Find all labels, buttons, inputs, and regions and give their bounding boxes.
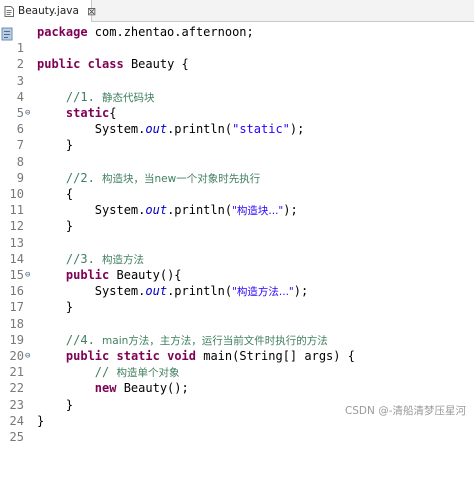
code-text: .println(: [167, 122, 233, 137]
code-line: 19: [0, 316, 474, 347]
comment-text: 构造单个对象: [116, 367, 180, 380]
code-line: 23 new Beauty();: [0, 380, 474, 411]
code-line: 22 // 构造单个对象: [0, 364, 474, 395]
code-editor[interactable]: 1 package com.zhentao.afternoon; 2 3 pub…: [0, 23, 474, 444]
code-line: 18 }: [0, 299, 474, 330]
code-line: 9: [0, 154, 474, 185]
code-text: Beauty();: [116, 381, 189, 396]
comment-prefix: //4.: [65, 332, 103, 347]
code-text: {: [65, 187, 74, 201]
code-text: Beauty(){: [109, 268, 182, 282]
close-icon[interactable]: ⊠: [87, 6, 96, 17]
code-text: {: [109, 106, 117, 120]
code-line: 6 ⊖ static{: [0, 105, 474, 136]
code-text: System.: [94, 284, 146, 299]
code-text: }: [65, 397, 74, 412]
comment-prefix: //1.: [65, 89, 103, 104]
field-reference: out: [145, 284, 168, 299]
comment-text: 构造块，当new一个对象时先执行: [102, 172, 261, 185]
java-file-icon: [4, 5, 14, 17]
code-text: System.: [94, 122, 146, 137]
keyword: static: [116, 349, 160, 363]
keyword: class: [87, 57, 124, 72]
keyword: new: [94, 381, 117, 396]
keyword: package: [37, 25, 88, 39]
code-line: 17 System.out.println("构造方法...");: [0, 283, 474, 314]
keyword: public: [37, 57, 81, 72]
code-line: 1 package com.zhentao.afternoon;: [0, 24, 474, 55]
code-text: );: [289, 122, 305, 137]
code-line: 10 //2. 构造块，当new一个对象时先执行: [0, 170, 474, 201]
comment-text: 构造方法: [102, 253, 145, 266]
code-text: }: [65, 219, 74, 234]
code-text: }: [37, 413, 45, 428]
code-line: 16 ⊖ public Beauty(){: [0, 267, 474, 298]
code-line: 20 //4. main方法，主方法，运行当前文件时执行的方法: [0, 332, 474, 363]
code-text: System.: [94, 203, 146, 218]
keyword: public: [65, 349, 110, 363]
comment-prefix: //2.: [65, 170, 103, 185]
comment-text: main方法，主方法，运行当前文件时执行的方法: [102, 334, 328, 347]
comment-text: 静态代码块: [102, 91, 155, 104]
code-line: 7 System.out.println("static");: [0, 121, 474, 152]
code-line: 11 {: [0, 186, 474, 217]
field-reference: out: [145, 122, 168, 137]
code-line: 4: [0, 73, 474, 104]
code-text: .println(: [167, 284, 233, 299]
string-literal: "构造块...": [232, 205, 284, 218]
tab-beauty-java[interactable]: Beauty.java ⊠: [0, 0, 96, 22]
code-line: 5 //1. 静态代码块: [0, 89, 474, 120]
editor-tab-bar: Beauty.java ⊠: [0, 0, 474, 22]
comment-prefix: //3.: [65, 251, 103, 266]
code-line: 21 ⊖ public static void main(String[] ar…: [0, 348, 474, 379]
fold-collapse-icon[interactable]: ⊖: [25, 348, 30, 364]
keyword: public: [65, 268, 110, 282]
field-reference: out: [145, 203, 168, 218]
code-text: Beauty {: [123, 57, 189, 72]
code-line: 3 public class Beauty {: [0, 56, 474, 87]
code-line: 8 }: [0, 137, 474, 168]
code-line: 15 //3. 构造方法: [0, 251, 474, 282]
line-number: 25: [9, 430, 24, 444]
watermark: CSDN @-清船清梦压星河: [344, 405, 466, 417]
code-text: }: [65, 300, 74, 315]
comment-prefix: //: [94, 365, 117, 380]
code-line: 12 System.out.println("构造块...");: [0, 202, 474, 233]
string-literal: "static": [232, 122, 290, 137]
string-literal: "构造方法...": [232, 286, 294, 299]
keyword: void: [167, 349, 196, 363]
fold-collapse-icon[interactable]: ⊖: [25, 105, 30, 121]
keyword: static: [65, 106, 110, 120]
code-text: main(String[] args) {: [196, 349, 355, 363]
code-text: com.zhentao.afternoon;: [87, 25, 254, 39]
code-text: .println(: [167, 203, 233, 218]
code-line: 2: [0, 40, 474, 71]
code-text: }: [65, 138, 74, 153]
fold-collapse-icon[interactable]: ⊖: [25, 267, 30, 283]
code-text: );: [283, 203, 298, 218]
code-line: 14: [0, 235, 474, 266]
tab-label: Beauty.java: [18, 5, 79, 17]
code-line: 13 }: [0, 218, 474, 249]
code-text: );: [293, 284, 309, 299]
